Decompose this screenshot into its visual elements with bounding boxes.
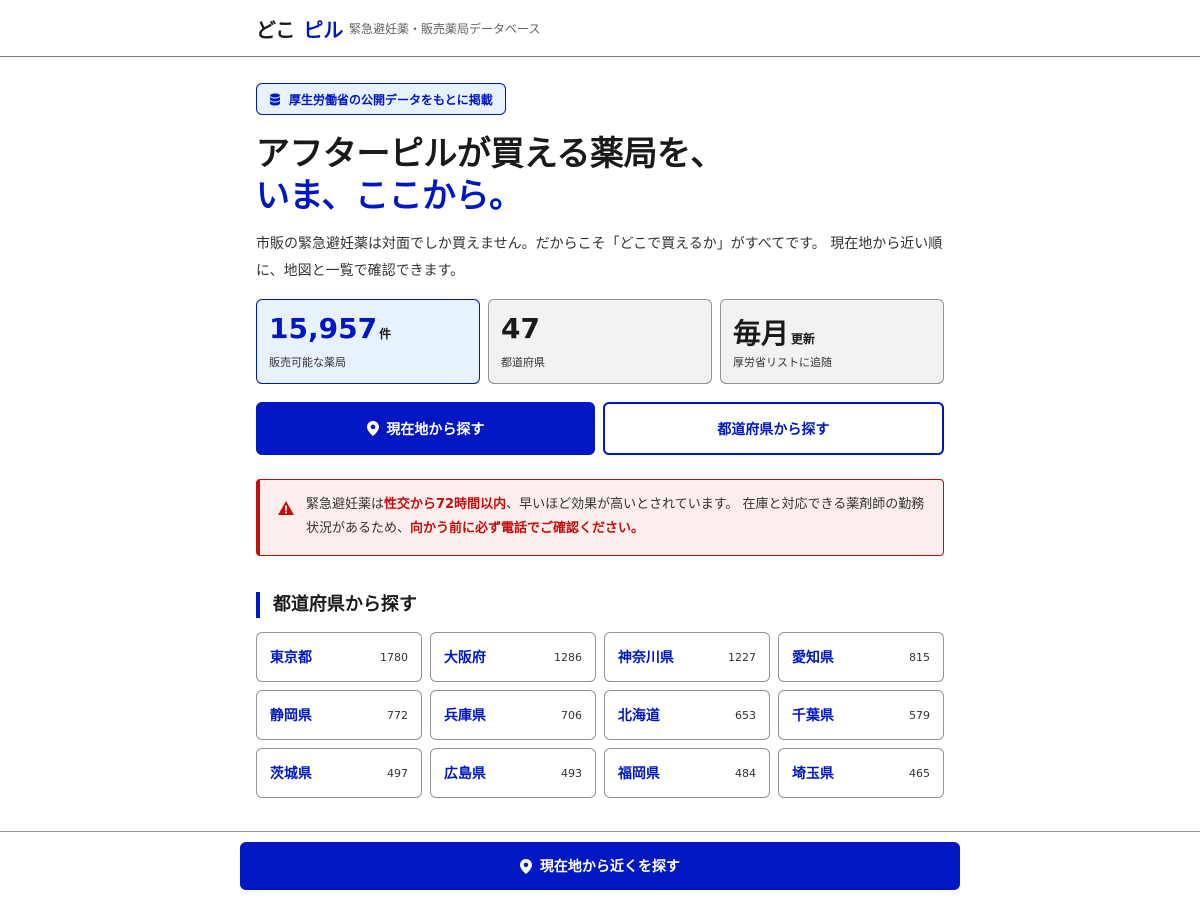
prefecture-card[interactable]: 兵庫県 706 bbox=[430, 690, 596, 740]
prefecture-grid: 東京都 1780 大阪府 1286 神奈川県 1227 愛知県 815 静岡県 772 兵… bbox=[256, 632, 944, 798]
prefecture-card[interactable]: 茨城県 497 bbox=[256, 748, 422, 798]
search-by-prefecture-label: 都道府県から探す bbox=[717, 421, 830, 438]
prefecture-name: 北海道 bbox=[618, 708, 660, 724]
stat-value: 47 bbox=[501, 312, 540, 345]
stat-unit: 更新 bbox=[791, 332, 816, 346]
search-by-location-label: 現在地から探す bbox=[386, 421, 485, 438]
prefecture-card[interactable]: 千葉県 579 bbox=[778, 690, 944, 740]
timing-alert: 緊急避妊薬は性交から72時間以内、早いほど効果が高いとされています。 在庫と対応… bbox=[256, 479, 944, 556]
prefecture-count: 579 bbox=[909, 708, 930, 722]
stat-card-prefectures: 47 都道府県 bbox=[488, 299, 712, 384]
prefecture-name: 大阪府 bbox=[444, 650, 486, 666]
prefecture-card[interactable]: 北海道 653 bbox=[604, 690, 770, 740]
alert-emphasis-call: 向かう前に必ず電話でご確認ください。 bbox=[410, 521, 645, 536]
alert-text-part1: 緊急避妊薬は bbox=[306, 497, 385, 512]
search-by-prefecture-button[interactable]: 都道府県から探す bbox=[603, 402, 944, 455]
prefecture-name: 広島県 bbox=[444, 766, 486, 782]
prefecture-count: 706 bbox=[561, 708, 582, 722]
database-icon bbox=[269, 93, 281, 106]
sticky-search-nearby-label: 現在地から近くを探す bbox=[540, 859, 680, 875]
stat-label: 厚労省リストに追随 bbox=[733, 356, 832, 369]
stat-value: 15,957 bbox=[269, 312, 378, 345]
search-actions: 現在地から探す 都道府県から探す bbox=[256, 402, 944, 455]
hero-title-line1: アフターピルが買える薬局を、 bbox=[256, 134, 724, 174]
stat-card-pharmacies: 15,957 件 販売可能な薬局 bbox=[256, 299, 480, 384]
prefecture-count: 653 bbox=[735, 708, 756, 722]
stat-label: 販売可能な薬局 bbox=[269, 356, 346, 369]
prefecture-name: 兵庫県 bbox=[444, 708, 486, 724]
prefecture-card[interactable]: 埼玉県 465 bbox=[778, 748, 944, 798]
prefecture-card[interactable]: 静岡県 772 bbox=[256, 690, 422, 740]
prefecture-count: 815 bbox=[909, 650, 930, 664]
prefecture-name: 埼玉県 bbox=[792, 766, 834, 782]
map-pin-icon bbox=[520, 858, 532, 874]
source-badge: 厚生労働省の公開データをもとに掲載 bbox=[256, 83, 506, 115]
hero-title-line2: いま、ここから。 bbox=[256, 176, 523, 216]
prefecture-count: 772 bbox=[387, 708, 408, 722]
prefecture-name: 福岡県 bbox=[618, 766, 660, 782]
stat-card-updates: 毎月 更新 厚労省リストに追随 bbox=[720, 299, 944, 384]
prefecture-card[interactable]: 愛知県 815 bbox=[778, 632, 944, 682]
prefecture-card[interactable]: 福岡県 484 bbox=[604, 748, 770, 798]
prefecture-count: 493 bbox=[561, 766, 582, 780]
prefecture-count: 465 bbox=[909, 766, 930, 780]
site-tagline: 緊急避妊薬・販売薬局データベース bbox=[349, 22, 541, 36]
stat-unit: 件 bbox=[379, 327, 392, 341]
sticky-footer-bar: 現在地から近くを探す bbox=[0, 831, 1200, 900]
prefecture-name: 神奈川県 bbox=[618, 650, 674, 666]
hero-title: アフターピルが買える薬局を、 いま、ここから。 bbox=[256, 133, 944, 217]
site-header: どこ ピル 緊急避妊薬・販売薬局データベース bbox=[0, 0, 1200, 57]
prefecture-count: 484 bbox=[735, 766, 756, 780]
alert-emphasis-72h: 性交から72時間以内 bbox=[384, 497, 507, 512]
prefecture-name: 千葉県 bbox=[792, 708, 834, 724]
warning-triangle-icon bbox=[278, 500, 294, 555]
stat-label: 都道府県 bbox=[501, 356, 545, 369]
prefecture-section-heading: 都道府県から探す bbox=[256, 592, 944, 618]
prefecture-card[interactable]: 神奈川県 1227 bbox=[604, 632, 770, 682]
logo-accent: ピル bbox=[303, 18, 344, 42]
site-logo[interactable]: どこ ピル bbox=[256, 14, 343, 43]
source-badge-label: 厚生労働省の公開データをもとに掲載 bbox=[289, 92, 493, 107]
stat-value: 毎月 bbox=[733, 317, 790, 350]
prefecture-name: 静岡県 bbox=[270, 708, 312, 724]
prefecture-name: 茨城県 bbox=[270, 766, 312, 782]
prefecture-card[interactable]: 広島県 493 bbox=[430, 748, 596, 798]
search-by-location-button[interactable]: 現在地から探す bbox=[256, 402, 595, 455]
map-pin-icon bbox=[366, 421, 379, 436]
prefecture-card[interactable]: 大阪府 1286 bbox=[430, 632, 596, 682]
hero-lead: 市販の緊急避妊薬は対面でしか買えません。だからこそ「どこで買えるか」がすべてです… bbox=[256, 236, 943, 279]
stats-row: 15,957 件 販売可能な薬局 47 都道府県 毎月 更新 厚労省リストに追随 bbox=[256, 299, 944, 384]
prefecture-count: 1286 bbox=[554, 650, 582, 664]
logo-word: どこ bbox=[256, 18, 296, 42]
prefecture-count: 1227 bbox=[728, 650, 756, 664]
prefecture-count: 1780 bbox=[380, 650, 408, 664]
prefecture-card[interactable]: 東京都 1780 bbox=[256, 632, 422, 682]
alert-text: 緊急避妊薬は性交から72時間以内、早いほど効果が高いとされています。 在庫と対応… bbox=[306, 493, 927, 555]
prefecture-name: 東京都 bbox=[270, 650, 312, 666]
sticky-search-nearby-button[interactable]: 現在地から近くを探す bbox=[240, 842, 960, 890]
prefecture-count: 497 bbox=[387, 766, 408, 780]
prefecture-name: 愛知県 bbox=[792, 650, 834, 666]
main-content: 厚生労働省の公開データをもとに掲載 アフターピルが買える薬局を、 いま、ここから… bbox=[256, 83, 944, 798]
